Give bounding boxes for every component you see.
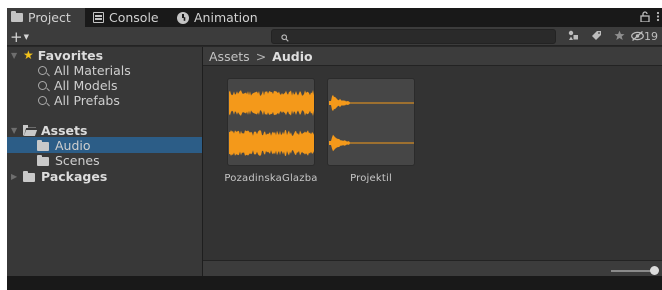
filter-by-label-icon[interactable] <box>585 30 608 44</box>
hidden-packages-toggle[interactable]: 19 <box>631 30 658 43</box>
waveform-channel <box>229 130 314 156</box>
tree-item-audio[interactable]: Audio <box>7 137 202 153</box>
asset-item[interactable]: PozadinskaGlazba <box>221 78 321 184</box>
tree-label: All Materials <box>54 62 131 78</box>
breadcrumb-separator: > <box>255 48 267 64</box>
tab-animation[interactable]: Animation <box>177 8 267 27</box>
waveform-channel <box>329 94 414 112</box>
asset-name: PozadinskaGlazba <box>224 173 318 184</box>
tab-project[interactable]: Project <box>7 8 85 27</box>
tree-item-all-materials[interactable]: All Materials <box>7 62 202 78</box>
tab-tools <box>640 8 660 27</box>
expand-arrow-icon[interactable]: ▼ <box>11 51 17 60</box>
asset-name: Projektil <box>350 173 392 184</box>
waveform-channel <box>229 90 314 116</box>
tab-label: Console <box>109 10 159 25</box>
folder-icon <box>11 11 23 22</box>
tab-bar: Project Console Animation <box>7 8 662 27</box>
tree-label: Scenes <box>55 152 100 168</box>
waveform-channel <box>329 134 414 152</box>
waveform-short <box>329 94 414 152</box>
audio-clip-thumbnail <box>327 78 415 166</box>
tree-item-scenes[interactable]: Scenes <box>7 152 202 168</box>
animation-icon <box>177 11 189 24</box>
asset-item[interactable]: Projektil <box>321 78 421 184</box>
breadcrumb: Assets > Audio <box>203 47 662 66</box>
tab-label: Project <box>28 10 71 25</box>
tab-label: Animation <box>194 10 258 25</box>
dropdown-arrow-icon: ▼ <box>23 32 29 41</box>
favorite-star-icon[interactable] <box>608 30 631 44</box>
thumbnail-size-slider[interactable] <box>611 270 655 272</box>
bottom-strip <box>7 276 662 290</box>
search-input[interactable] <box>271 29 556 44</box>
search-icon <box>38 95 47 105</box>
tree-label: Packages <box>41 168 108 184</box>
folder-icon <box>23 170 35 182</box>
waveform-full <box>229 90 314 156</box>
tree-label: Audio <box>55 137 91 153</box>
hidden-count: 19 <box>644 30 658 43</box>
tree-item-favorites[interactable]: ▼ ★ Favorites <box>7 47 202 63</box>
folder-icon <box>37 154 49 166</box>
plus-icon: + <box>10 27 23 46</box>
expand-arrow-icon[interactable]: ▼ <box>11 126 17 135</box>
tree-label: Favorites <box>37 47 104 63</box>
folder-icon <box>37 139 49 151</box>
search-icon <box>38 80 47 90</box>
folder-tree: ▼ ★ Favorites All Materials All Models A… <box>7 47 202 278</box>
toolbar-filters: 19 <box>562 27 658 46</box>
create-asset-dropdown[interactable]: + ▼ <box>10 27 29 46</box>
slider-handle[interactable] <box>650 266 659 275</box>
eye-slash-icon <box>631 31 644 41</box>
console-icon <box>93 12 104 23</box>
folder-open-icon <box>23 124 38 136</box>
tree-item-assets[interactable]: ▼ Assets <box>7 122 202 138</box>
lock-icon[interactable] <box>640 10 650 25</box>
kebab-menu-icon[interactable] <box>656 11 660 25</box>
tree-label: All Prefabs <box>54 92 120 108</box>
tab-console[interactable]: Console <box>93 8 177 27</box>
search-icon <box>281 31 289 45</box>
breadcrumb-current[interactable]: Audio <box>272 49 312 64</box>
tree-item-all-prefabs[interactable]: All Prefabs <box>7 92 202 108</box>
tree-item-all-models[interactable]: All Models <box>7 77 202 93</box>
search-icon <box>38 65 47 75</box>
star-icon: ★ <box>23 48 34 62</box>
audio-clip-thumbnail <box>227 78 315 166</box>
tree-label: All Models <box>54 77 118 93</box>
asset-browser: Assets > Audio PozadinskaGlazba Projekti… <box>203 47 662 278</box>
filter-by-type-icon[interactable] <box>562 30 585 44</box>
tree-item-packages[interactable]: ▶ Packages <box>7 168 202 184</box>
collapse-arrow-icon[interactable]: ▶ <box>11 172 17 181</box>
project-window: Project Console Animation + ▼ 19 ▼ ★ Fav… <box>7 8 662 278</box>
breadcrumb-assets[interactable]: Assets <box>209 49 250 64</box>
project-toolbar: + ▼ 19 <box>7 27 662 46</box>
tree-label: Assets <box>41 122 88 138</box>
